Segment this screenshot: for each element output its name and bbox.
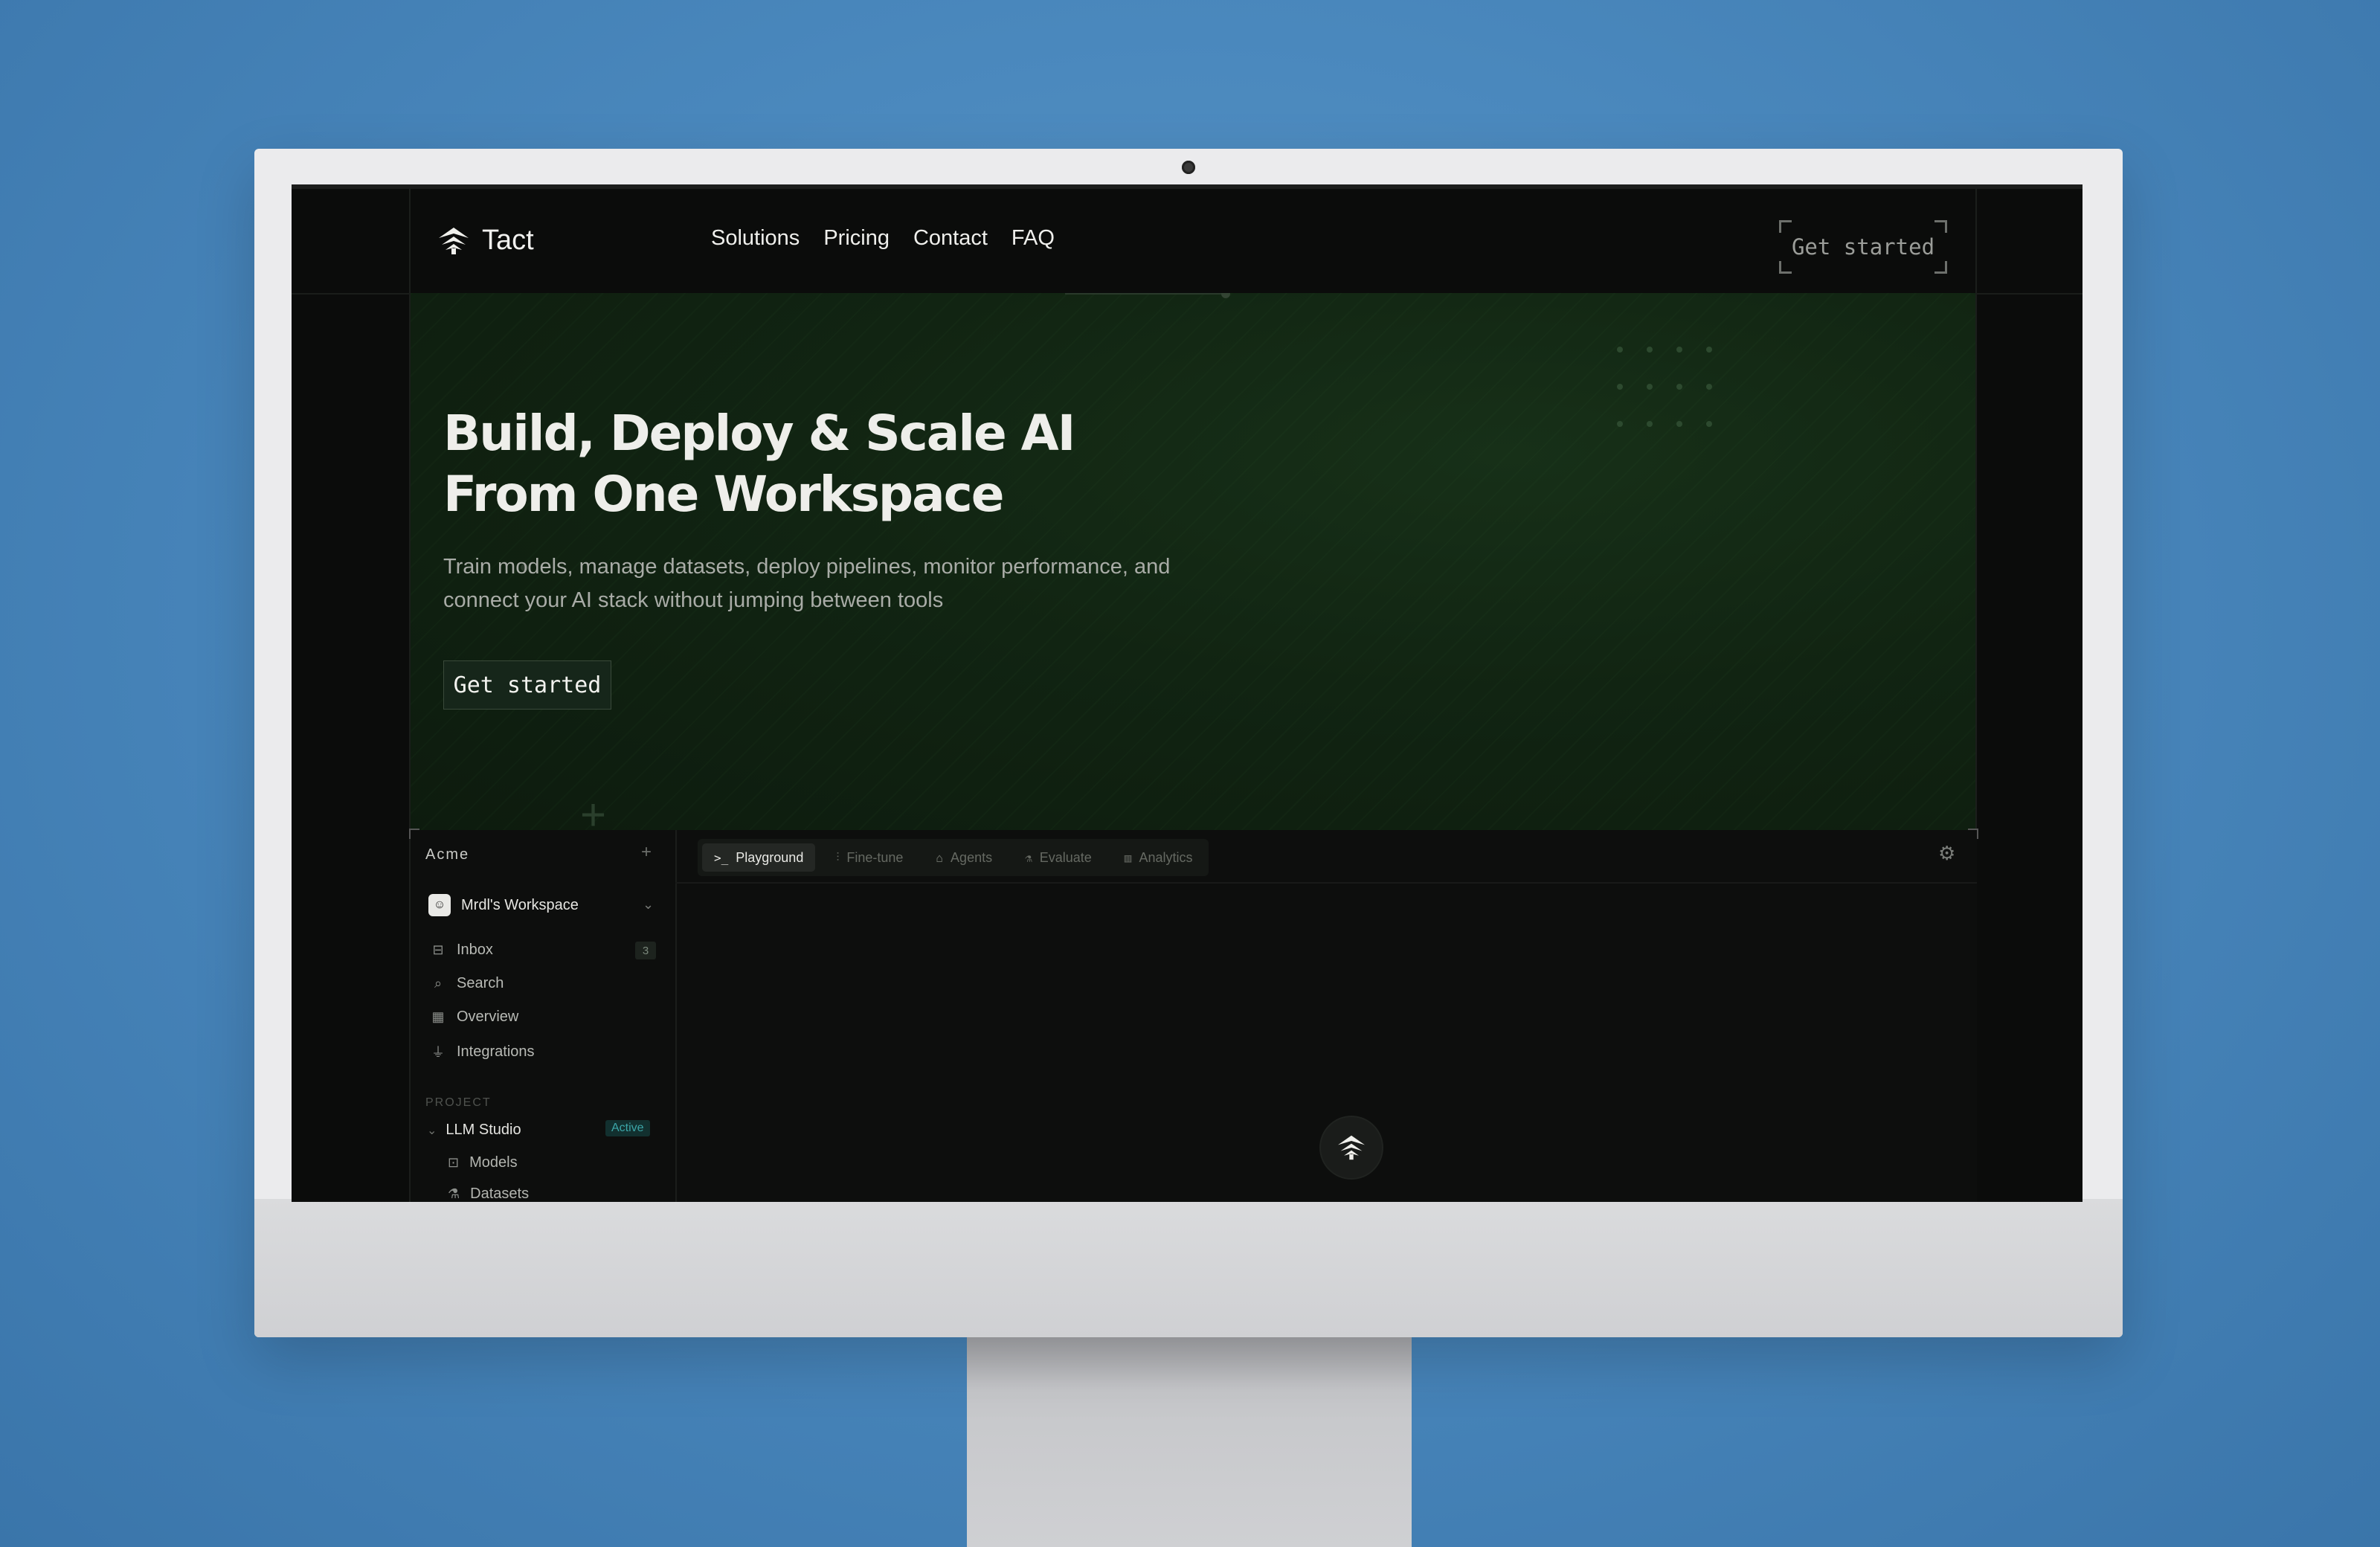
hero-cta-label: Get started <box>453 672 602 698</box>
plug-icon: ⏚ <box>431 1045 445 1060</box>
brand-logo[interactable]: Tact <box>437 225 534 257</box>
monitor-chin <box>254 1199 2123 1337</box>
sidebar-item-label: Datasets <box>470 1186 530 1202</box>
sidebar-item-models[interactable]: ⊡ Models <box>448 1154 518 1171</box>
sidebar-item-search[interactable]: ⌕ Search <box>430 975 504 992</box>
app-preview: Acme + ☺ Mrdl's Workspace ⌄ ⊟ Inbox 3 ⌕ … <box>409 829 1978 1202</box>
sidebar-item-label: Models <box>469 1154 518 1171</box>
inbox-count-badge: 3 <box>635 942 656 959</box>
tab-agents[interactable]: ⌂ Agents <box>924 843 1004 872</box>
sidebar-item-datasets[interactable]: ⚗ Datasets <box>448 1186 529 1202</box>
tab-label: Evaluate <box>1039 849 1092 865</box>
project-section-heading: PROJECT <box>425 1096 492 1109</box>
bracket-corner <box>1779 261 1792 274</box>
chevron-down-icon[interactable]: ⌄ <box>643 897 654 913</box>
search-icon: ⌕ <box>434 976 443 991</box>
bracket-corner <box>1779 220 1792 233</box>
org-name: Acme <box>425 846 470 863</box>
tab-playground[interactable]: >_ Playground <box>702 843 816 872</box>
hero-title-line-2: From One Workspace <box>443 466 1005 523</box>
hero-title: Build, Deploy & Scale AI From One Worksp… <box>443 403 1075 525</box>
workspace-avatar: ☺ <box>428 894 451 916</box>
tab-evaluate[interactable]: ⚗ Evaluate <box>1013 843 1104 872</box>
sidebar-item-label: Search <box>457 975 504 991</box>
nav-get-started-button[interactable]: Get started <box>1779 220 1947 274</box>
status-badge: Active <box>605 1120 650 1136</box>
nav-link-faq[interactable]: FAQ <box>1012 226 1055 251</box>
tab-label: Analytics <box>1139 849 1193 865</box>
inbox-icon: ⊟ <box>432 942 444 957</box>
sidebar-item-integrations[interactable]: ⏚ Integrations <box>430 1042 535 1061</box>
nav-link-solutions[interactable]: Solutions <box>711 226 800 251</box>
bracket-corner <box>1934 220 1947 233</box>
decorative-line <box>1065 293 1229 295</box>
project-llm-studio[interactable]: ⌄ LLM Studio <box>427 1122 521 1139</box>
app-tabs: >_ Playground ⫶ Fine-tune ⌂ Agents ⚗ Eva… <box>698 839 1209 876</box>
tab-label: Fine-tune <box>846 849 904 865</box>
workspace-name: Mrdl's Workspace <box>461 896 579 913</box>
workspace-switcher[interactable]: ☺ Mrdl's Workspace <box>428 894 579 916</box>
bar-chart-icon: ▥ <box>1124 850 1132 865</box>
cube-icon: ⊡ <box>448 1155 460 1170</box>
chevron-down-icon: ⌄ <box>427 1124 437 1137</box>
sidebar-item-label: Inbox <box>457 942 493 958</box>
sidebar-item-overview[interactable]: ▦ Overview <box>430 1009 518 1026</box>
tact-logo-icon <box>1338 1135 1365 1160</box>
hero-subtitle: Train models, manage datasets, deploy pi… <box>443 555 1171 612</box>
sliders-icon: ⫶ <box>836 850 840 864</box>
plus-decoration-icon: + <box>580 790 607 831</box>
nav-links: Solutions Pricing Contact FAQ <box>711 226 1055 251</box>
hero-get-started-button[interactable]: Get started <box>443 660 611 710</box>
tact-logo-button[interactable] <box>1321 1117 1382 1178</box>
flask-icon: ⚗ <box>448 1186 460 1201</box>
add-icon[interactable]: + <box>641 842 652 863</box>
toolbar-divider <box>675 882 1977 884</box>
dot-grid-decoration <box>1617 347 1736 427</box>
camera-icon <box>1182 161 1195 174</box>
sidebar-item-label: Overview <box>457 1009 519 1025</box>
monitor-stand <box>967 1337 1412 1547</box>
frame-corner <box>1968 829 1978 839</box>
hero-title-line-1: Build, Deploy & Scale AI <box>443 405 1075 462</box>
top-nav: Tact Solutions Pricing Contact FAQ Get s… <box>292 189 2082 287</box>
nav-link-contact[interactable]: Contact <box>913 226 988 251</box>
nav-cta-label: Get started <box>1791 234 1935 260</box>
app-sidebar: Acme + ☺ Mrdl's Workspace ⌄ ⊟ Inbox 3 ⌕ … <box>411 830 677 1202</box>
nav-link-pricing[interactable]: Pricing <box>823 226 890 251</box>
tact-logo-icon <box>439 227 469 254</box>
project-name: LLM Studio <box>446 1122 521 1138</box>
gear-icon[interactable]: ⚙ <box>1938 842 1955 865</box>
tab-fine-tune[interactable]: ⫶ Fine-tune <box>824 843 915 872</box>
brand-name: Tact <box>482 225 534 256</box>
tab-label: Agents <box>951 849 993 865</box>
grid-icon: ▦ <box>431 1009 445 1024</box>
bracket-corner <box>1934 261 1947 274</box>
sidebar-item-label: Integrations <box>457 1043 535 1060</box>
sidebar-item-inbox[interactable]: ⊟ Inbox <box>430 942 493 959</box>
hero-section: Build, Deploy & Scale AI From One Worksp… <box>411 293 1975 830</box>
tab-analytics[interactable]: ▥ Analytics <box>1113 843 1205 872</box>
tab-label: Playground <box>736 849 804 865</box>
decorative-dot <box>1221 293 1230 298</box>
flask-icon: ⚗ <box>1025 850 1032 865</box>
robot-icon: ⌂ <box>936 850 944 865</box>
terminal-icon: >_ <box>714 850 729 865</box>
screen: Tact Solutions Pricing Contact FAQ Get s… <box>292 184 2082 1202</box>
